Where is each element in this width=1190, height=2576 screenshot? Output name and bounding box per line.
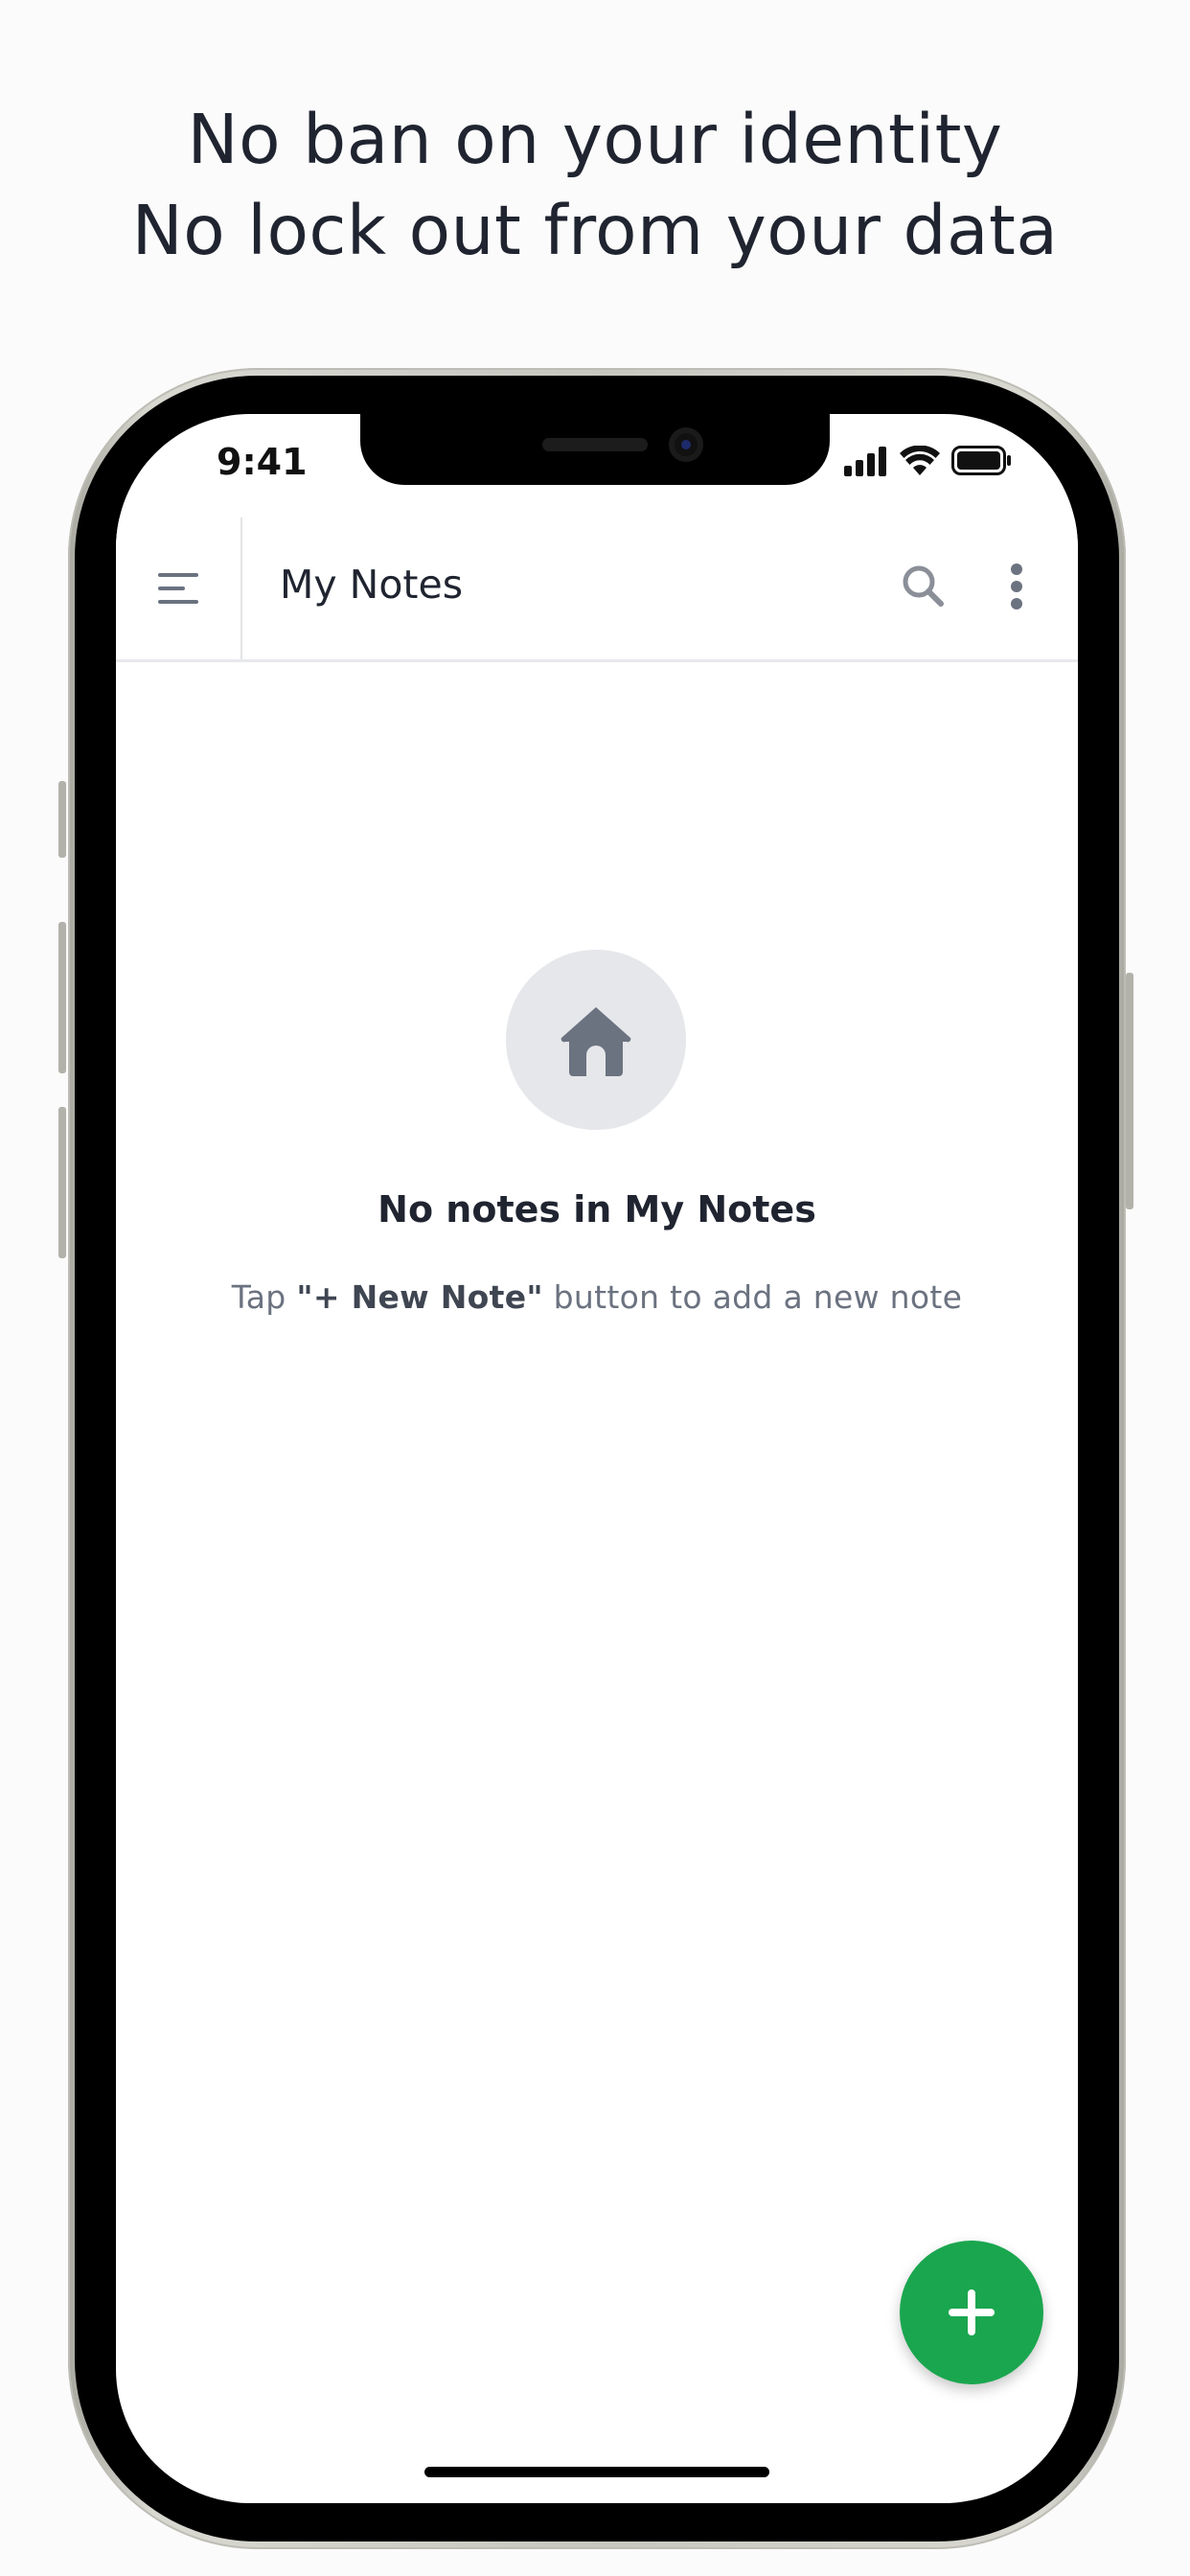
home-icon [561,1007,631,1076]
menu-button[interactable] [116,518,242,659]
empty-state-hint: Tap "+ New Note" button to add a new not… [116,1278,1078,1316]
more-options-button[interactable] [997,556,1036,617]
battery-icon [951,446,1011,475]
empty-state-hint-emphasis: "+ New Note" [296,1278,543,1316]
promo-headline-line-1: No ban on your identity [187,100,1003,179]
notch [360,414,830,485]
front-camera [669,427,703,462]
more-vertical-icon [1011,564,1022,610]
cellular-signal-icon [844,447,886,476]
phone-volume-up-button [58,922,66,1073]
status-time: 9:41 [217,441,308,483]
phone-volume-down-button [58,1107,66,1258]
empty-state-title: No notes in My Notes [378,1188,816,1230]
plus-icon [949,2289,995,2335]
menu-icon [158,573,198,604]
earpiece-speaker [542,438,648,451]
search-button[interactable] [897,560,950,613]
empty-state-icon-circle [506,950,686,1130]
empty-state-hint-prefix: Tap [231,1278,297,1316]
phone-screen: 9:41 My Notes No notes in My Notes Tap "… [116,414,1078,2503]
home-indicator[interactable] [424,2467,769,2477]
app-bar: My Notes [116,518,1078,662]
phone-power-button [1126,973,1133,1209]
wifi-icon [900,446,940,475]
phone-silent-switch [58,781,66,858]
search-icon [903,565,944,607]
promo-headline-line-2: No lock out from your data [131,191,1059,270]
empty-state-hint-suffix: button to add a new note [542,1278,963,1316]
new-note-fab[interactable] [900,2241,1043,2384]
page-title: My Notes [280,562,464,608]
promo-headline: No ban on your identity No lock out from… [0,94,1190,276]
